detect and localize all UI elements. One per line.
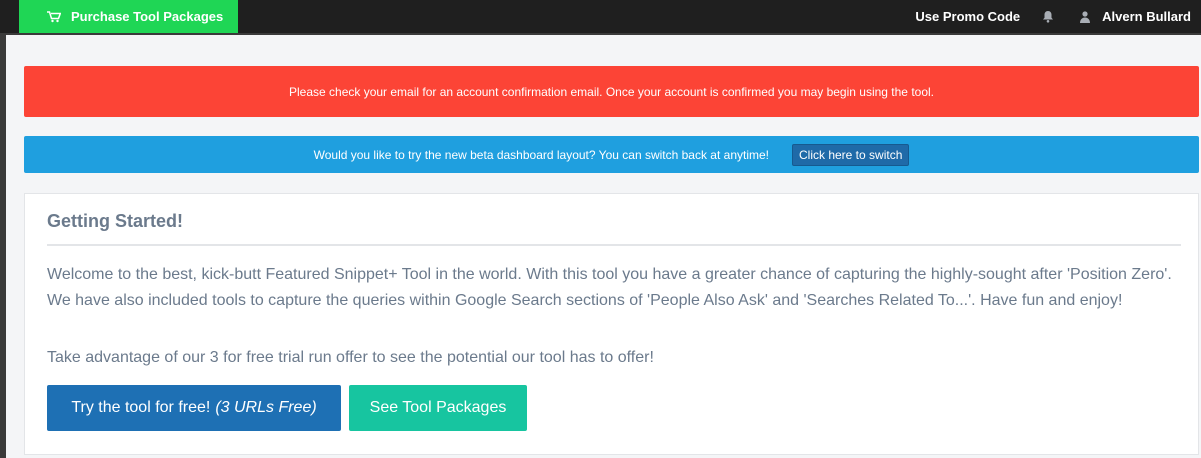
topbar-right: Use Promo Code Alvern Bullard [915,0,1191,33]
purchase-label: Purchase Tool Packages [71,9,224,24]
confirmation-alert-text: Please check your email for an account c… [289,84,934,99]
try-free-label: Try the tool for free! [71,399,211,416]
try-free-note: (3 URLs Free) [215,399,317,416]
beta-layout-banner: Would you like to try the new beta dashb… [24,136,1199,173]
top-navbar: Purchase Tool Packages Use Promo Code Al… [0,0,1201,33]
beta-banner-text: Would you like to try the new beta dashb… [313,147,769,162]
bell-icon[interactable] [1042,10,1054,23]
card-title: Getting Started! [47,211,184,231]
main-content: Please check your email for an account c… [6,35,1201,458]
welcome-text: Welcome to the best, kick-butt Featured … [47,266,1172,309]
purchase-tool-packages-button[interactable]: Purchase Tool Packages [19,0,238,33]
confirmation-alert: Please check your email for an account c… [24,66,1199,117]
user-menu[interactable]: Alvern Bullard [1102,9,1191,24]
use-promo-code-link[interactable]: Use Promo Code [915,9,1020,24]
trial-offer-text: Take advantage of our 3 for free trial r… [47,349,654,366]
see-packages-label: See Tool Packages [369,399,507,416]
user-icon [1080,10,1091,23]
cart-icon [47,10,61,22]
getting-started-card: Getting Started! Welcome to the best, ki… [24,193,1199,455]
see-tool-packages-button[interactable]: See Tool Packages [349,385,527,431]
switch-layout-button[interactable]: Click here to switch [792,143,910,166]
card-divider [47,244,1181,246]
try-free-button[interactable]: Try the tool for free! (3 URLs Free) [47,385,341,431]
